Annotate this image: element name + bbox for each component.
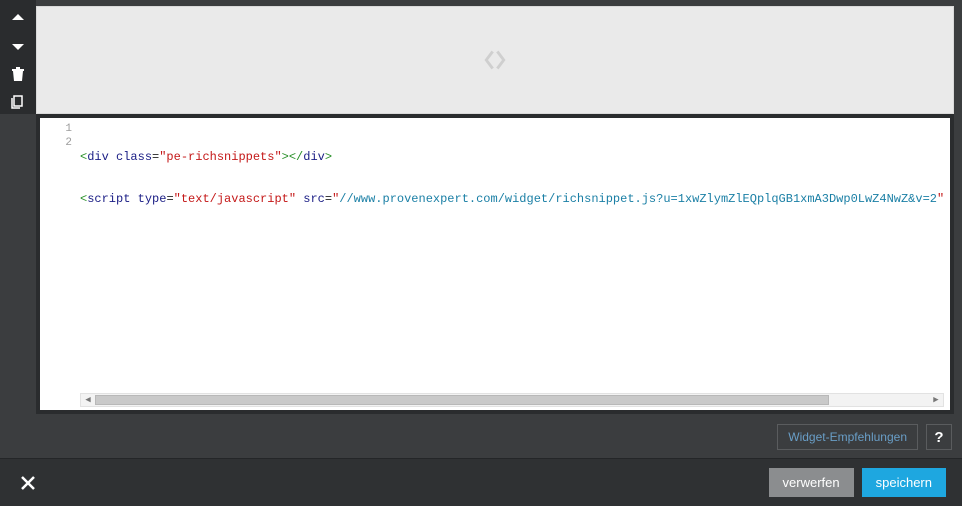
discard-button[interactable]: verwerfen [769, 468, 854, 497]
close-icon [20, 475, 36, 491]
code-content[interactable]: <div class="pe-richsnippets"></div> <scr… [80, 122, 950, 234]
code-editor[interactable]: 1 2 <div class="pe-richsnippets"></div> … [40, 118, 950, 410]
footer-bar: verwerfen speichern [0, 458, 962, 506]
editor-modal: 1 2 <div class="pe-richsnippets"></div> … [0, 0, 962, 506]
delete-button[interactable] [4, 62, 32, 86]
preview-pane [36, 6, 954, 114]
trash-icon [10, 66, 26, 82]
scroll-thumb[interactable] [95, 395, 829, 405]
code-icon [481, 46, 509, 74]
scroll-track[interactable] [95, 394, 929, 406]
code-line: <script type="text/javascript" src="//ww… [80, 192, 950, 206]
line-number: 2 [40, 136, 72, 150]
horizontal-scrollbar[interactable]: ◀ ▶ [80, 393, 944, 407]
scroll-right-button[interactable]: ▶ [929, 394, 943, 406]
code-line: <div class="pe-richsnippets"></div> [80, 150, 950, 164]
scroll-left-button[interactable]: ◀ [81, 394, 95, 406]
chevron-up-icon [10, 10, 26, 26]
line-number: 1 [40, 122, 72, 136]
move-up-button[interactable] [4, 6, 32, 30]
block-tools-sidebar [0, 0, 36, 114]
code-editor-frame: 1 2 <div class="pe-richsnippets"></div> … [36, 114, 954, 414]
options-bar: Widget-Empfehlungen ? [36, 421, 954, 453]
duplicate-button[interactable] [4, 90, 32, 114]
chevron-down-icon [10, 38, 26, 54]
move-down-button[interactable] [4, 34, 32, 58]
line-number-gutter: 1 2 [40, 118, 78, 410]
copy-icon [10, 94, 26, 110]
help-button[interactable]: ? [926, 424, 952, 450]
widget-recommendations-button[interactable]: Widget-Empfehlungen [777, 424, 918, 450]
close-button[interactable] [14, 469, 42, 497]
save-button[interactable]: speichern [862, 468, 946, 497]
